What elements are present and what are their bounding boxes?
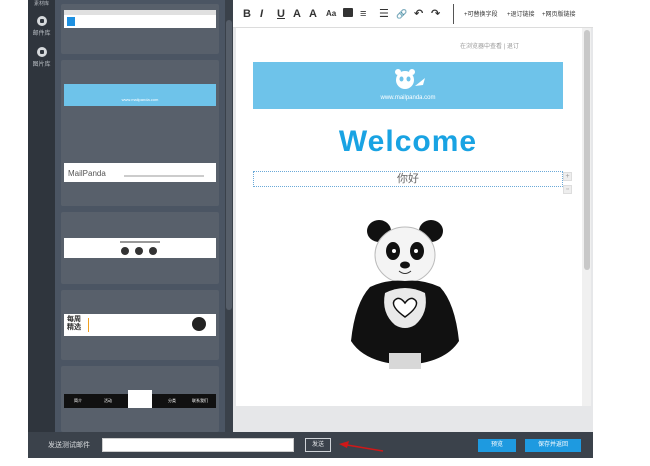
font-color-button[interactable]: A <box>293 7 301 21</box>
social-icon <box>121 247 129 255</box>
red-arrow-icon <box>339 441 384 452</box>
undo-icon[interactable]: ↶ <box>414 7 423 21</box>
image-insert-icon[interactable] <box>343 7 353 21</box>
preview-button[interactable]: 预览 <box>478 439 516 452</box>
delete-block-icon[interactable]: ▫ <box>563 185 572 194</box>
toolbar-divider <box>453 4 454 24</box>
font-size-button[interactable]: A <box>309 7 317 21</box>
social-icon <box>135 247 143 255</box>
welcome-heading[interactable]: Welcome <box>253 125 563 159</box>
header-banner[interactable]: www.mailpanda.com <box>253 62 563 109</box>
banner-url: www.mailpanda.com <box>380 95 436 101</box>
panda-logo-icon <box>395 69 425 89</box>
template-thumb: 简介 活动 分类 联系我们 <box>64 390 216 408</box>
left-rail: 素材库 邮件库 图片库 <box>28 0 55 432</box>
social-icon <box>149 247 157 255</box>
align-button[interactable]: ≡ <box>360 7 366 21</box>
link-icon[interactable]: 🔗 <box>396 7 407 21</box>
template-card-3[interactable]: MailPanda <box>61 140 219 206</box>
panda-logo-icon <box>192 317 206 331</box>
rail-item-label: 邮件库 <box>32 31 51 37</box>
greeting-text[interactable]: 你好 <box>253 171 563 187</box>
template-card-5[interactable]: 每周 精选 <box>61 290 219 360</box>
underline-button[interactable]: U <box>277 7 285 21</box>
app-root: 素材库 邮件库 图片库 www.mailpanda.com MailPanda … <box>0 0 650 466</box>
template-thumb: MailPanda <box>64 163 216 182</box>
editor-toolbar: B I U A A Aa ≡ ☰ 🔗 ↶ ↷ +可替换字段 +退订链接 +网页版… <box>233 0 593 28</box>
canvas-scrollbar-thumb[interactable] <box>584 30 590 270</box>
template-card-6[interactable]: 简介 活动 分类 联系我们 <box>61 366 219 432</box>
template-thumb: www.mailpanda.com <box>64 84 216 106</box>
mail-library-icon <box>36 16 47 26</box>
bold-button[interactable]: B <box>243 7 251 21</box>
send-test-button[interactable]: 发送 <box>305 438 331 452</box>
panda-logo-icon <box>128 390 152 408</box>
block-tools: + ▫ <box>563 172 573 198</box>
list-button[interactable]: ☰ <box>379 7 389 21</box>
template-card-1[interactable] <box>61 4 219 54</box>
image-library-icon <box>36 47 47 57</box>
rail-item-label: 图片库 <box>32 62 51 68</box>
template-card-4[interactable] <box>61 212 219 284</box>
move-block-icon[interactable]: + <box>563 172 572 181</box>
template-thumb <box>64 10 216 28</box>
rail-item-mail-library[interactable]: 邮件库 <box>28 16 55 37</box>
insert-unsubscribe-button[interactable]: +退订链接 <box>507 9 535 18</box>
template-thumb <box>64 238 216 258</box>
template-scrollbar-thumb[interactable] <box>226 20 232 310</box>
panda-illustration <box>351 220 459 369</box>
test-email-label: 发送测试邮件 <box>48 442 90 449</box>
insert-webpage-button[interactable]: +网页版链接 <box>542 9 576 18</box>
test-email-input[interactable] <box>102 438 294 452</box>
template-thumb: 每周 精选 <box>64 314 216 336</box>
rail-item-image-library[interactable]: 图片库 <box>28 47 55 68</box>
view-in-browser-links[interactable]: 在浏览器中查看 | 退订 <box>460 41 519 50</box>
font-family-button[interactable]: Aa <box>326 7 336 21</box>
italic-button[interactable]: I <box>260 7 263 21</box>
template-panel: www.mailpanda.com MailPanda 每周 精选 简介 活动 … <box>55 0 225 432</box>
insert-field-button[interactable]: +可替换字段 <box>464 9 498 18</box>
save-and-return-button[interactable]: 保存并返回 <box>525 439 581 452</box>
rail-top-label: 素材库 <box>33 1 49 7</box>
redo-icon[interactable]: ↷ <box>431 7 440 21</box>
